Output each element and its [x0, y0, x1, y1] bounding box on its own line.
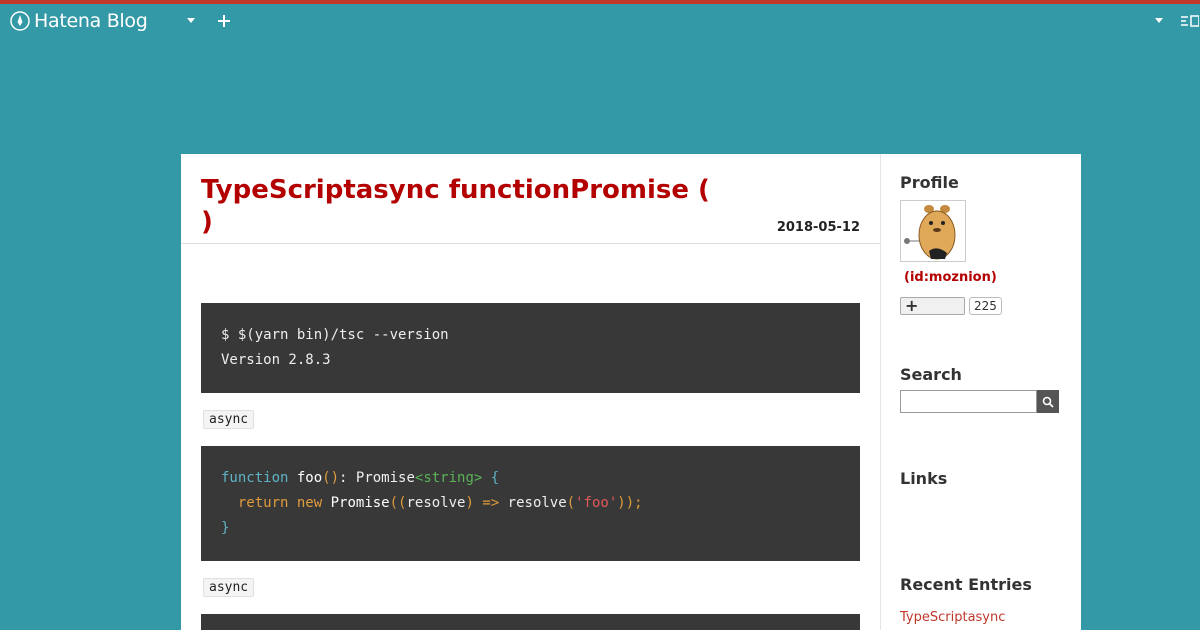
subscribe-button[interactable]: + [900, 297, 965, 315]
blog-menu-dropdown[interactable] [182, 12, 200, 30]
search-module: Search [900, 365, 1070, 413]
logo-text: Hatena Blog [34, 10, 148, 32]
user-icon [1181, 15, 1199, 27]
search-title: Search [900, 365, 962, 384]
profile-module: Profile (id:moznion) + 225 [900, 173, 1070, 315]
sidebar: Profile (id:moznion) + 225 Search Links … [880, 154, 1081, 630]
code-line: } [221, 520, 230, 536]
inline-code: async [203, 578, 255, 597]
recent-entries-module: Recent Entries TypeScriptasync [900, 575, 1070, 625]
hatena-blog-logo[interactable]: Hatena Blog [10, 10, 148, 32]
recent-entries-title: Recent Entries [900, 575, 1032, 594]
code-line: Version 2.8.3 [221, 352, 331, 368]
avatar-image [904, 205, 956, 260]
blog-content: TypeScriptasync functionPromise ( ) 2018… [181, 154, 1081, 630]
inline-code: async [203, 410, 255, 429]
code-line: function foo(): Promise<string> { [221, 470, 500, 486]
user-menu-dropdown[interactable] [1150, 12, 1168, 30]
subscribe-area: + 225 [900, 297, 1070, 315]
profile-id-link[interactable]: (id:moznion) [904, 270, 1070, 285]
entry-header: TypeScriptasync functionPromise ( ) 2018… [181, 154, 880, 244]
global-header: Hatena Blog [0, 4, 1200, 40]
plus-icon: + [905, 296, 919, 315]
profile-title: Profile [900, 173, 959, 192]
chevron-down-icon [187, 18, 195, 23]
search-icon [1042, 396, 1054, 408]
code-block [201, 614, 860, 630]
add-button[interactable] [215, 12, 233, 30]
links-title: Links [900, 469, 948, 488]
chevron-down-icon [1155, 18, 1163, 23]
search-input[interactable] [900, 390, 1037, 413]
links-module: Links [900, 469, 1070, 488]
recent-entry-link[interactable]: TypeScriptasync [900, 610, 1070, 625]
pen-icon [10, 11, 30, 31]
entry-title[interactable]: TypeScriptasync functionPromise ( ) [201, 174, 721, 238]
plus-icon [218, 15, 230, 27]
entry-date[interactable]: 2018-05-12 [777, 220, 860, 235]
code-block: function foo(): Promise<string> { return… [201, 446, 860, 561]
avatar[interactable] [900, 200, 966, 262]
search-form [900, 390, 1070, 413]
search-button[interactable] [1037, 390, 1059, 413]
subscribers-count[interactable]: 225 [969, 297, 1002, 315]
code-line: $ $(yarn bin)/tsc --version [221, 327, 449, 343]
main-article: TypeScriptasync functionPromise ( ) 2018… [181, 154, 880, 630]
code-block: $ $(yarn bin)/tsc --version Version 2.8.… [201, 303, 860, 393]
user-menu-button[interactable] [1178, 12, 1200, 30]
code-line: return new Promise((resolve) => resolve(… [237, 495, 643, 511]
